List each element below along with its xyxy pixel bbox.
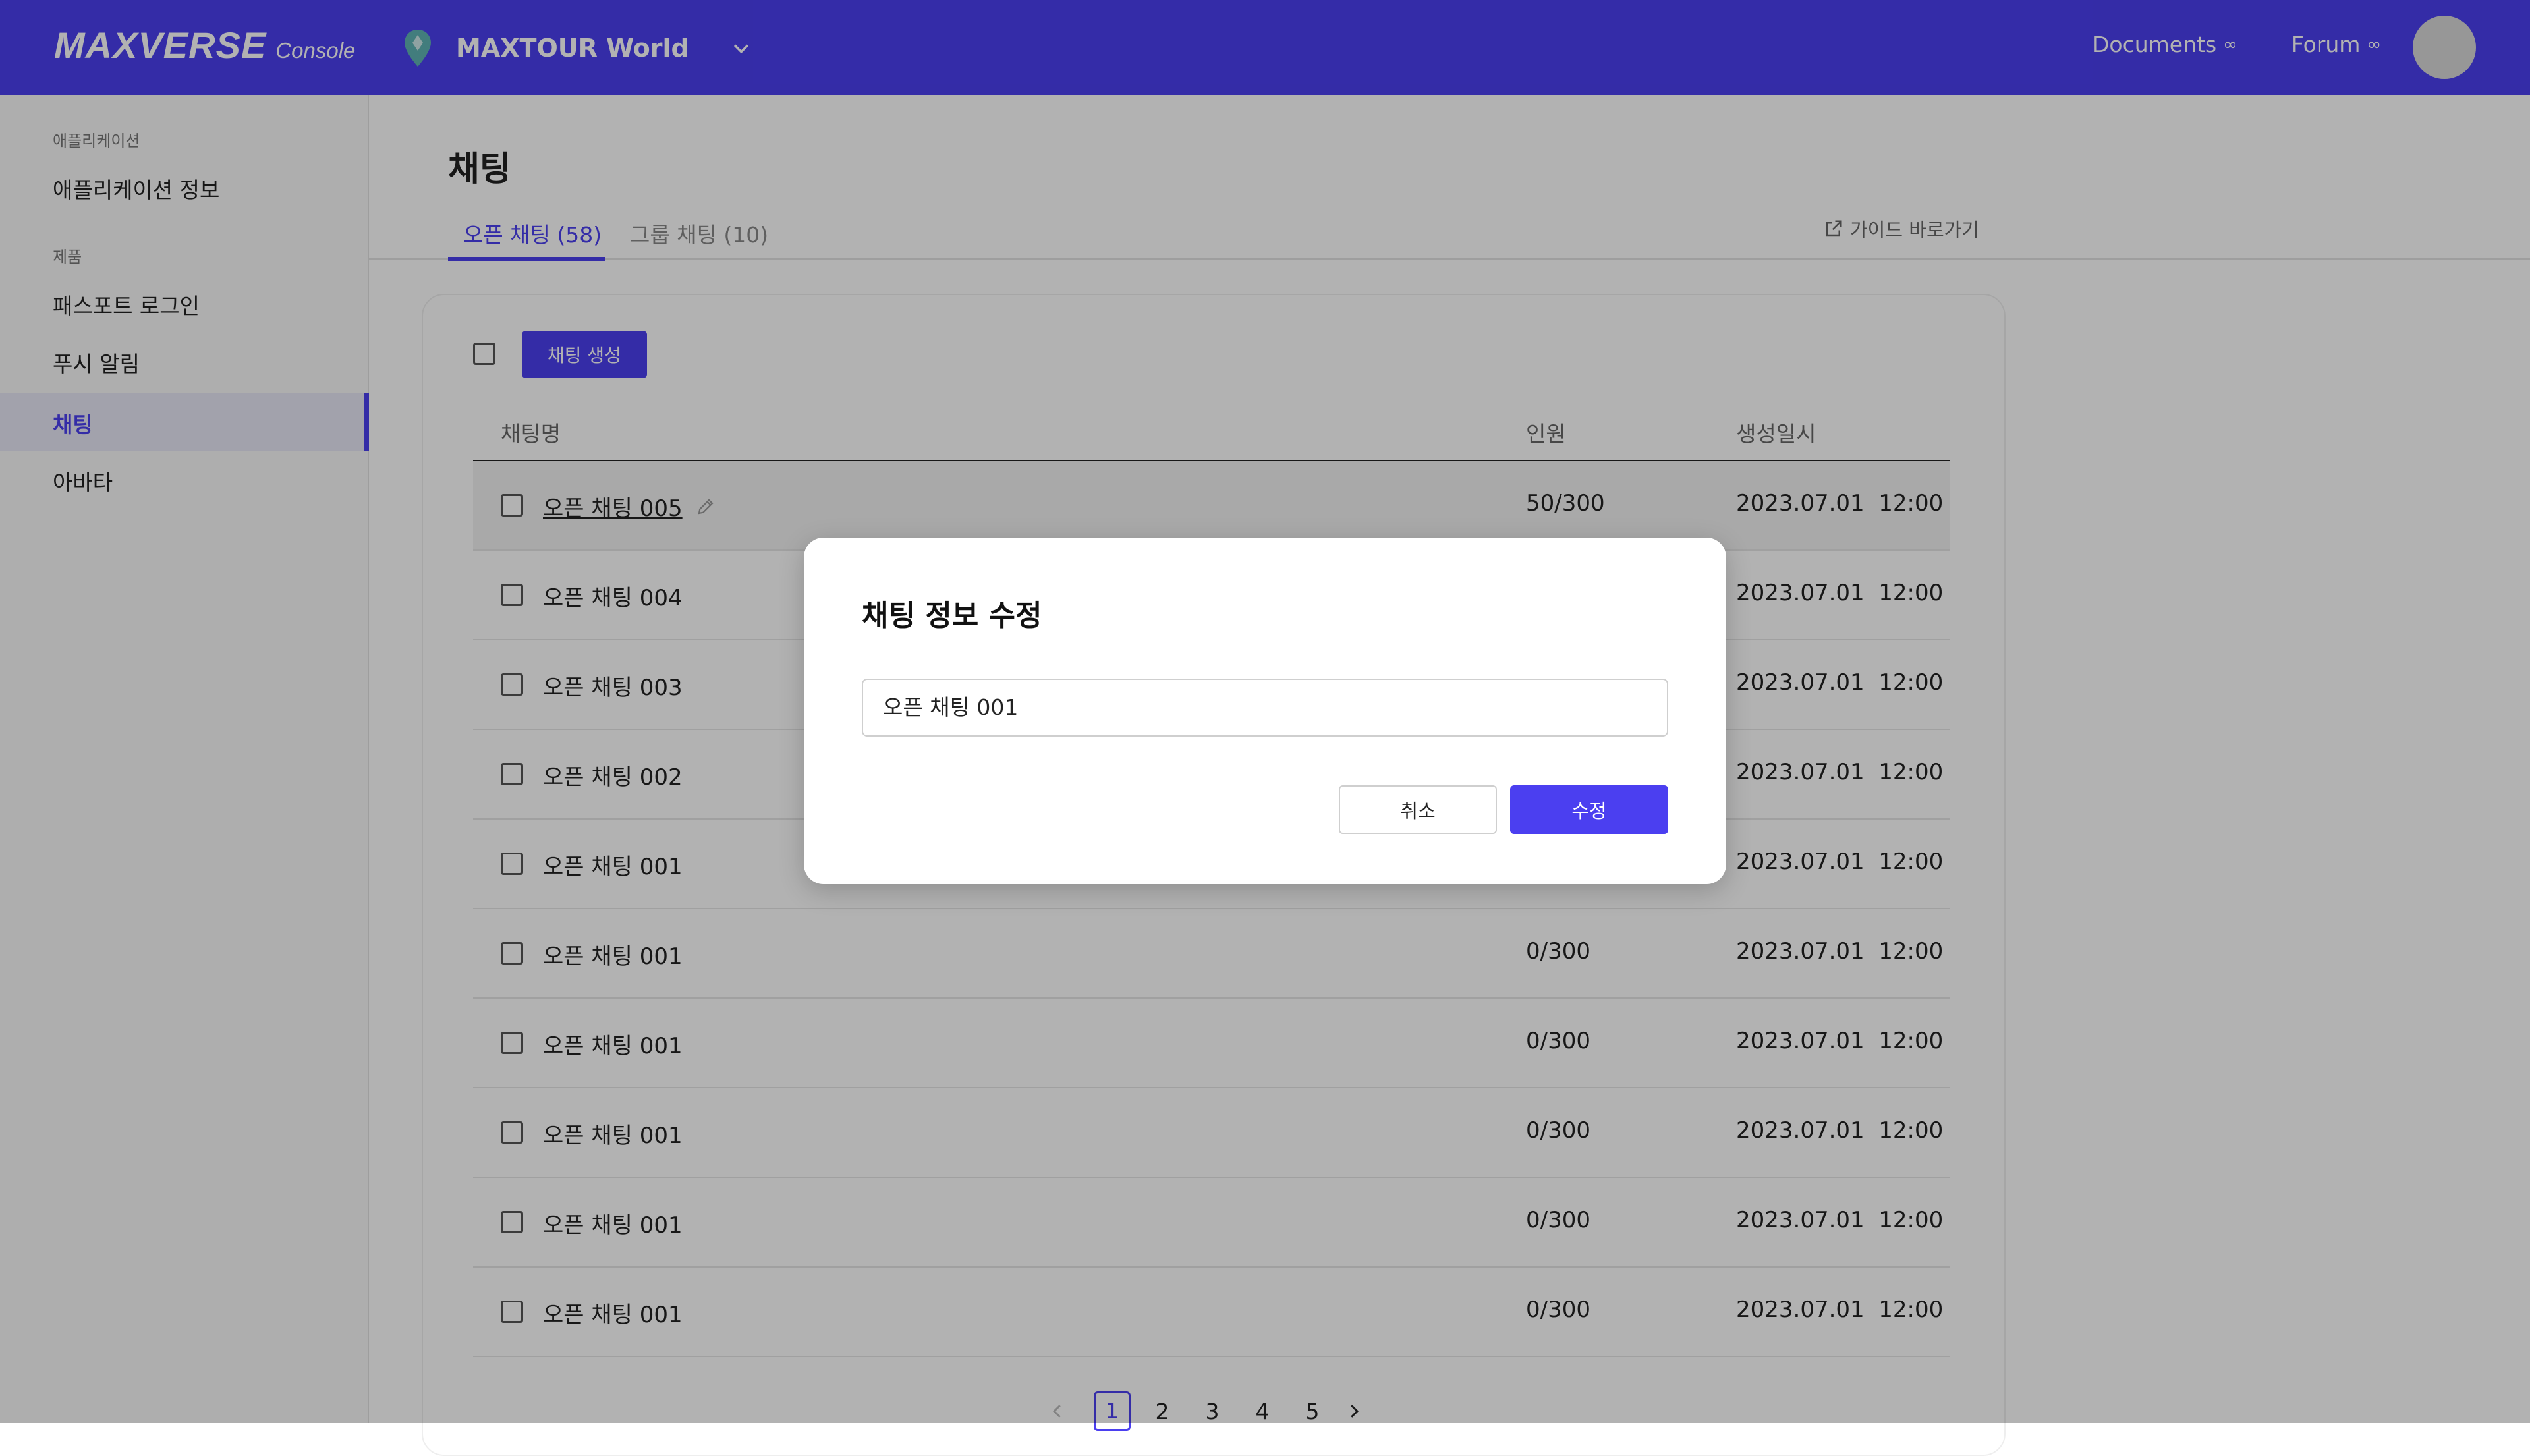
edit-chat-modal: 채팅 정보 수정 오픈 채팅 001 취소 수정 [804,538,1726,884]
confirm-edit-button[interactable]: 수정 [1510,785,1668,834]
cancel-button[interactable]: 취소 [1339,785,1497,834]
modal-title: 채팅 정보 수정 [862,599,1042,632]
chat-name-input[interactable]: 오픈 채팅 001 [862,679,1668,737]
